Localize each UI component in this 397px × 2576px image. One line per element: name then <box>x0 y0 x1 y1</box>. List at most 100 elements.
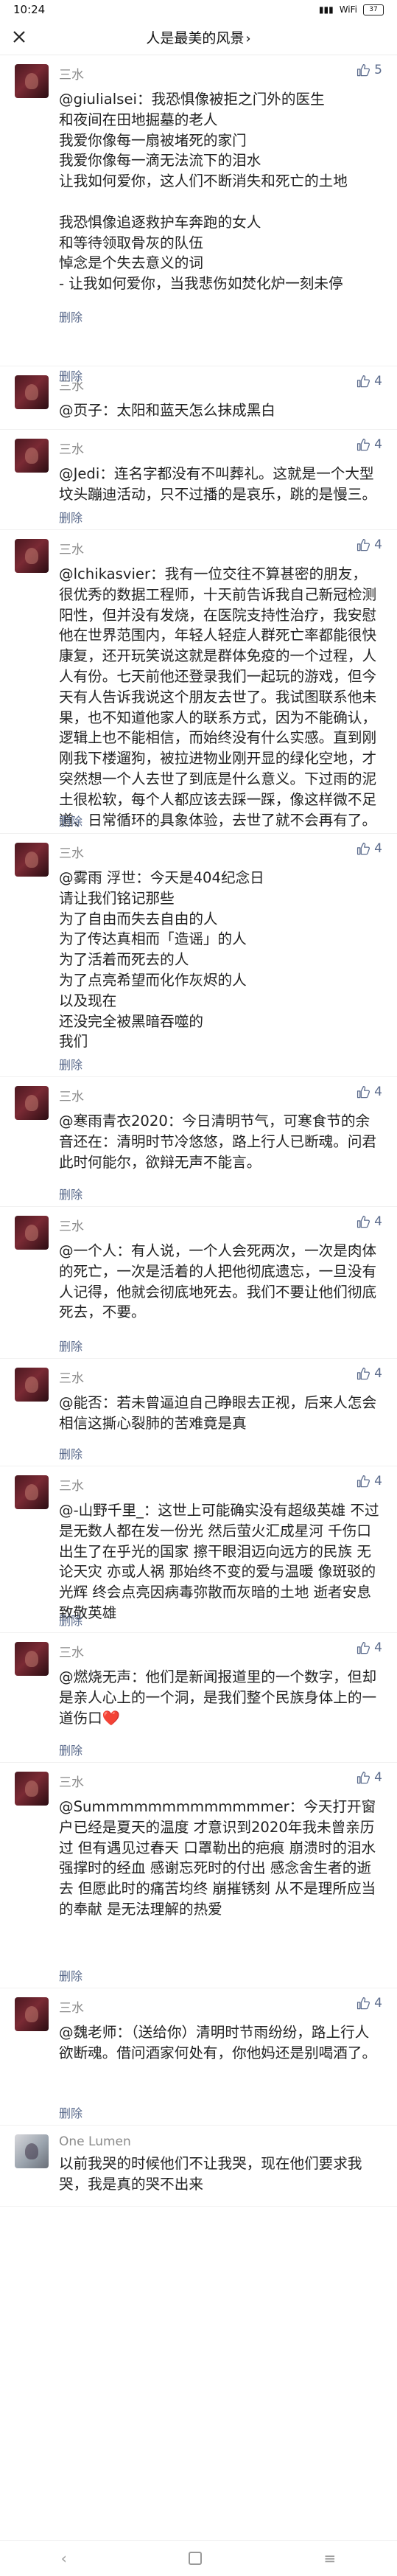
delete-button[interactable]: 删除 <box>59 812 82 829</box>
comment-item: 三水 5 @giulialsei：我恐惧像被拒之门外的医生 和夜间在田地掘墓的老人 … <box>0 55 397 366</box>
delete-button[interactable]: 删除 <box>59 1741 82 1758</box>
page-title-text: 人是最美的风景 <box>146 29 245 46</box>
status-icons: ▮▮▮ WiFi 37 <box>319 4 384 15</box>
comment-item: 三水 4 @一个人：有人说，一个人会死两次，一次是肉体的死亡，一次是活着的人把他彻底… <box>0 1207 397 1359</box>
back-nav-button[interactable]: ‹ <box>61 2549 67 2567</box>
comment-author[interactable]: 三水 <box>59 439 84 457</box>
like-button[interactable]: 4 <box>356 1366 382 1381</box>
avatar[interactable] <box>15 1772 49 1806</box>
avatar[interactable] <box>15 1997 49 2031</box>
avatar[interactable] <box>15 439 49 473</box>
comment-item: One Lumen 以前我哭的时候他们不让我哭，现在他们要求我哭，我是真的哭不出来 <box>0 2126 397 2207</box>
delete-button[interactable]: 删除 <box>59 1185 82 1202</box>
avatar[interactable] <box>15 375 49 409</box>
like-button[interactable]: 4 <box>356 537 382 552</box>
like-count: 4 <box>374 1366 382 1381</box>
delete-button[interactable]: 删除 <box>59 1337 82 1354</box>
comment-text: @Summmmmmmmmmmmmer：今天打开窗户已经是夏天的温度 才意识到20… <box>59 1798 381 1918</box>
like-button[interactable]: 4 <box>356 437 382 452</box>
chevron-right-icon: › <box>245 30 251 46</box>
thumbs-up-icon <box>357 1771 370 1783</box>
comment-author[interactable]: 三水 <box>59 539 84 557</box>
like-button[interactable]: 4 <box>356 1640 382 1655</box>
battery-icon: 37 <box>363 4 384 15</box>
comment-item: 三水 4 @lchikasvier：我有一位交往不算甚密的朋友，很优秀的数据工程师，… <box>0 530 397 834</box>
like-button[interactable]: 4 <box>356 1214 382 1229</box>
delete-button[interactable]: 删除 <box>59 1611 82 1629</box>
like-button[interactable]: 4 <box>356 374 382 389</box>
comment-author[interactable]: 三水 <box>59 1475 84 1494</box>
close-icon <box>13 31 25 43</box>
thumbs-up-icon <box>357 1641 370 1654</box>
comment-author[interactable]: 三水 <box>59 1997 84 2016</box>
like-button[interactable]: 5 <box>356 63 382 77</box>
delete-button[interactable]: 删除 <box>59 1444 82 1462</box>
wifi-icon: WiFi <box>339 4 357 15</box>
comment-author[interactable]: 三水 <box>59 843 84 861</box>
delete-button[interactable]: 删除 <box>59 1966 82 1984</box>
like-button[interactable]: 4 <box>356 1770 382 1785</box>
like-button[interactable]: 4 <box>356 1996 382 2011</box>
delete-button[interactable]: 删除 <box>59 366 82 384</box>
delete-button[interactable]: 删除 <box>59 1055 82 1073</box>
comment-text: 以前我哭的时候他们不让我哭，现在他们要求我哭，我是真的哭不出来 <box>59 2155 362 2193</box>
like-count: 4 <box>374 1640 382 1655</box>
comment-text: @燃烧无声：他们是新闻报道里的一个数字，但却是亲人心上的一个洞，是我们整个民族身… <box>59 1668 377 1727</box>
comment-author[interactable]: 三水 <box>59 64 84 83</box>
like-count: 5 <box>374 63 382 77</box>
thumbs-up-icon <box>357 842 370 854</box>
delete-button[interactable]: 删除 <box>59 508 82 526</box>
avatar[interactable] <box>15 2134 49 2168</box>
like-count: 4 <box>374 437 382 452</box>
like-button[interactable]: 4 <box>356 1474 382 1489</box>
close-button[interactable] <box>7 25 31 49</box>
comment-item: 三水 4 @Jedi：连名字都没有不叫葬礼。这就是一个大型坟头蹦迪活动，只不过播的是… <box>0 430 397 530</box>
comment-author[interactable]: 三水 <box>59 1086 84 1104</box>
bottom-nav: ‹ ≡ <box>0 2540 397 2576</box>
comment-item: 三水 4 @页子：太阳和蓝天怎么抹成黑白 删除 <box>0 366 397 430</box>
comment-author[interactable]: 三水 <box>59 1642 84 1660</box>
like-count: 4 <box>374 1770 382 1785</box>
comment-text: @一个人：有人说，一个人会死两次，一次是肉体的死亡，一次是活着的人把他彻底遗忘，… <box>59 1242 377 1321</box>
home-nav-button[interactable] <box>189 2552 203 2565</box>
thumbs-up-icon <box>357 1997 370 2009</box>
comment-text: @寒雨青衣2020：今日清明节气，可寒食节的余音还在：清明时节冷悠悠，路上行人已… <box>59 1113 377 1171</box>
like-count: 4 <box>374 374 382 389</box>
like-button[interactable]: 4 <box>356 841 382 856</box>
comment-item: 三水 4 @燃烧无声：他们是新闻报道里的一个数字，但却是亲人心上的一个洞，是我们整个… <box>0 1633 397 1763</box>
like-count: 4 <box>374 1214 382 1229</box>
avatar[interactable] <box>15 1216 49 1250</box>
comment-author[interactable]: One Lumen <box>59 2134 131 2149</box>
avatar[interactable] <box>15 1642 49 1676</box>
status-bar: 10:24 ▮▮▮ WiFi 37 <box>0 0 397 19</box>
like-button[interactable]: 4 <box>356 1085 382 1099</box>
comment-text: @魏老师：（送给你）清明时节雨纷纷，路上行人欲断魂。借问酒家何处有，你他妈还是别… <box>59 2024 377 2061</box>
comment-item: 三水 4 @寒雨青衣2020：今日清明节气，可寒食节的余音还在：清明时节冷悠悠，路上… <box>0 1077 397 1207</box>
comment-author[interactable]: 三水 <box>59 1772 84 1790</box>
delete-button[interactable]: 删除 <box>59 2103 82 2121</box>
comment-text: @Jedi：连名字都没有不叫葬礼。这就是一个大型坟头蹦迪活动，只不过播的是哀乐，… <box>59 465 377 503</box>
status-time: 10:24 <box>13 3 46 16</box>
page-title[interactable]: 人是最美的风景 › <box>0 27 397 47</box>
comment-text: @-山野千里_：这世上可能确实没有超级英雄 不过是无数人都在发一份光 然后萤火汇… <box>59 1502 379 1621</box>
avatar[interactable] <box>15 1368 49 1402</box>
like-count: 4 <box>374 1474 382 1489</box>
thumbs-up-icon <box>357 63 370 76</box>
comment-author[interactable]: 三水 <box>59 1216 84 1234</box>
comment-text: @giulialsei：我恐惧像被拒之门外的医生 和夜间在田地掘墓的老人 我爱你… <box>59 91 348 293</box>
comment-author[interactable]: 三水 <box>59 1368 84 1386</box>
avatar[interactable] <box>15 1475 49 1509</box>
like-count: 4 <box>374 537 382 552</box>
avatar[interactable] <box>15 843 49 877</box>
delete-button[interactable]: 删除 <box>59 307 82 325</box>
comment-item: 三水 4 @-山野千里_：这世上可能确实没有超级英雄 不过是无数人都在发一份光 然后… <box>0 1466 397 1633</box>
menu-nav-button[interactable]: ≡ <box>324 2549 337 2567</box>
thumbs-up-icon <box>357 1475 370 1487</box>
avatar[interactable] <box>15 1086 49 1120</box>
avatar[interactable] <box>15 539 49 573</box>
comment-text: @页子：太阳和蓝天怎么抹成黑白 <box>59 402 275 419</box>
like-count: 4 <box>374 1996 382 2011</box>
avatar[interactable] <box>15 64 49 98</box>
like-count: 4 <box>374 1085 382 1099</box>
signal-icon: ▮▮▮ <box>318 4 334 15</box>
